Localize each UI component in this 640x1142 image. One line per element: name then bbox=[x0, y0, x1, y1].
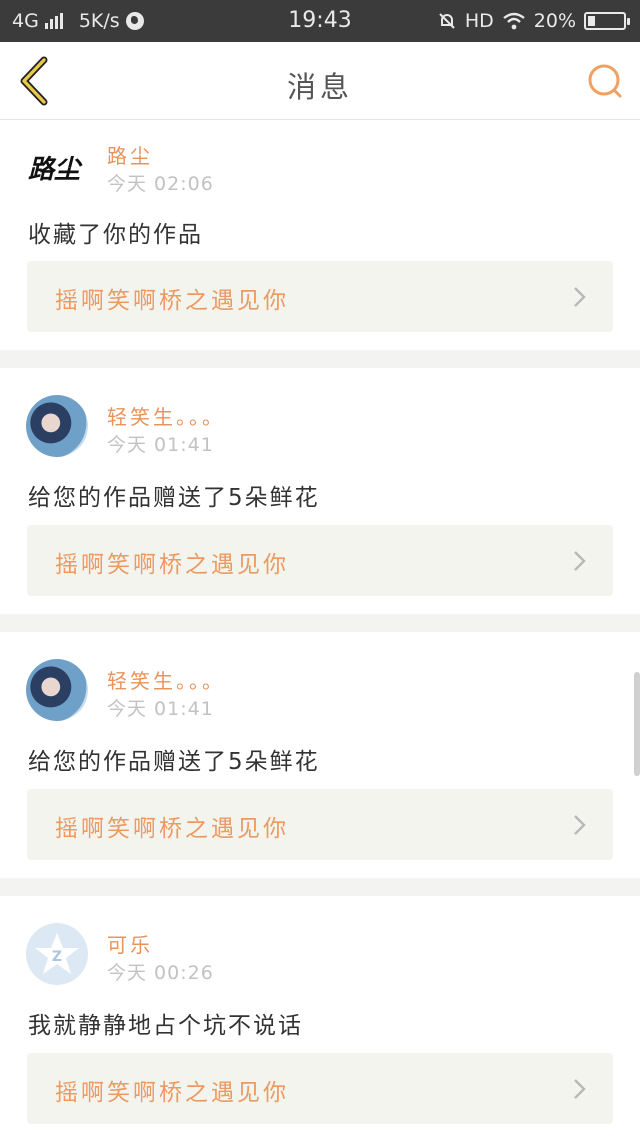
anime-girl-avatar[interactable] bbox=[26, 395, 88, 457]
message-text: 我就静静地占个坑不说话 bbox=[28, 1013, 303, 1039]
work-title: 摇啊笑啊桥之遇见你 bbox=[55, 1080, 289, 1106]
chevron-right-icon bbox=[574, 1079, 586, 1099]
nav-bar: 消息 bbox=[0, 42, 640, 120]
chevron-right-icon bbox=[574, 815, 586, 835]
work-link[interactable]: 摇啊笑啊桥之遇见你 bbox=[27, 261, 613, 332]
timestamp: 今天 01:41 bbox=[107, 698, 214, 720]
battery-percent: 20% bbox=[533, 10, 576, 32]
calligraphy-avatar[interactable]: 路尘 bbox=[26, 134, 88, 196]
mute-bell-icon bbox=[439, 13, 455, 29]
divider bbox=[0, 350, 640, 368]
status-right: HD 20% bbox=[437, 10, 630, 32]
anime-girl-avatar[interactable] bbox=[26, 659, 88, 721]
work-title: 摇啊笑啊桥之遇见你 bbox=[55, 816, 289, 842]
message-text: 给您的作品赠送了5朵鲜花 bbox=[28, 749, 320, 775]
work-title: 摇啊笑啊桥之遇见你 bbox=[55, 288, 289, 314]
hd-badge: HD bbox=[464, 10, 494, 32]
timestamp: 今天 02:06 bbox=[107, 173, 214, 195]
notification-card: 轻笑生。。。 今天 01:41 给您的作品赠送了5朵鲜花 摇啊笑啊桥之遇见你 bbox=[0, 368, 640, 614]
svg-text:Z: Z bbox=[52, 949, 62, 965]
chevron-right-icon bbox=[574, 551, 586, 571]
message-text: 收藏了你的作品 bbox=[28, 222, 203, 248]
notification-card: 路尘 路尘 今天 02:06 收藏了你的作品 摇啊笑啊桥之遇见你 bbox=[0, 121, 640, 350]
username[interactable]: 轻笑生。。。 bbox=[107, 665, 225, 694]
work-title: 摇啊笑啊桥之遇见你 bbox=[55, 552, 289, 578]
scrollbar[interactable] bbox=[634, 672, 640, 776]
divider bbox=[0, 614, 640, 632]
timestamp: 今天 01:41 bbox=[107, 434, 214, 456]
notification-card: 轻笑生。。。 今天 01:41 给您的作品赠送了5朵鲜花 摇啊笑啊桥之遇见你 bbox=[0, 632, 640, 878]
star-icon: Z bbox=[35, 933, 79, 974]
work-link[interactable]: 摇啊笑啊桥之遇见你 bbox=[27, 525, 613, 596]
work-link[interactable]: 摇啊笑啊桥之遇见你 bbox=[27, 1053, 613, 1124]
work-link[interactable]: 摇啊笑啊桥之遇见你 bbox=[27, 789, 613, 860]
timestamp: 今天 00:26 bbox=[107, 962, 214, 984]
message-text: 给您的作品赠送了5朵鲜花 bbox=[28, 485, 320, 511]
calligraphy-icon: 路尘 bbox=[28, 155, 83, 185]
username[interactable]: 路尘 bbox=[107, 140, 153, 169]
notification-card: Z 可乐 今天 00:26 我就静静地占个坑不说话 摇啊笑啊桥之遇见你 bbox=[0, 896, 640, 1142]
svg-text:路尘: 路尘 bbox=[28, 155, 83, 185]
wifi-icon bbox=[503, 12, 525, 30]
message-feed: 路尘 路尘 今天 02:06 收藏了你的作品 摇啊笑啊桥之遇见你 轻笑生。。。 … bbox=[0, 121, 640, 1142]
chevron-right-icon bbox=[574, 287, 586, 307]
page-title: 消息 bbox=[286, 70, 353, 104]
battery-icon bbox=[584, 12, 630, 30]
search-icon[interactable] bbox=[586, 62, 624, 100]
username[interactable]: 可乐 bbox=[107, 929, 153, 958]
default-qq-avatar[interactable]: Z bbox=[26, 923, 88, 985]
divider bbox=[0, 878, 640, 896]
username[interactable]: 轻笑生。。。 bbox=[107, 401, 225, 430]
status-bar: 4G 5K/s 19:43 HD 20% bbox=[0, 0, 640, 42]
